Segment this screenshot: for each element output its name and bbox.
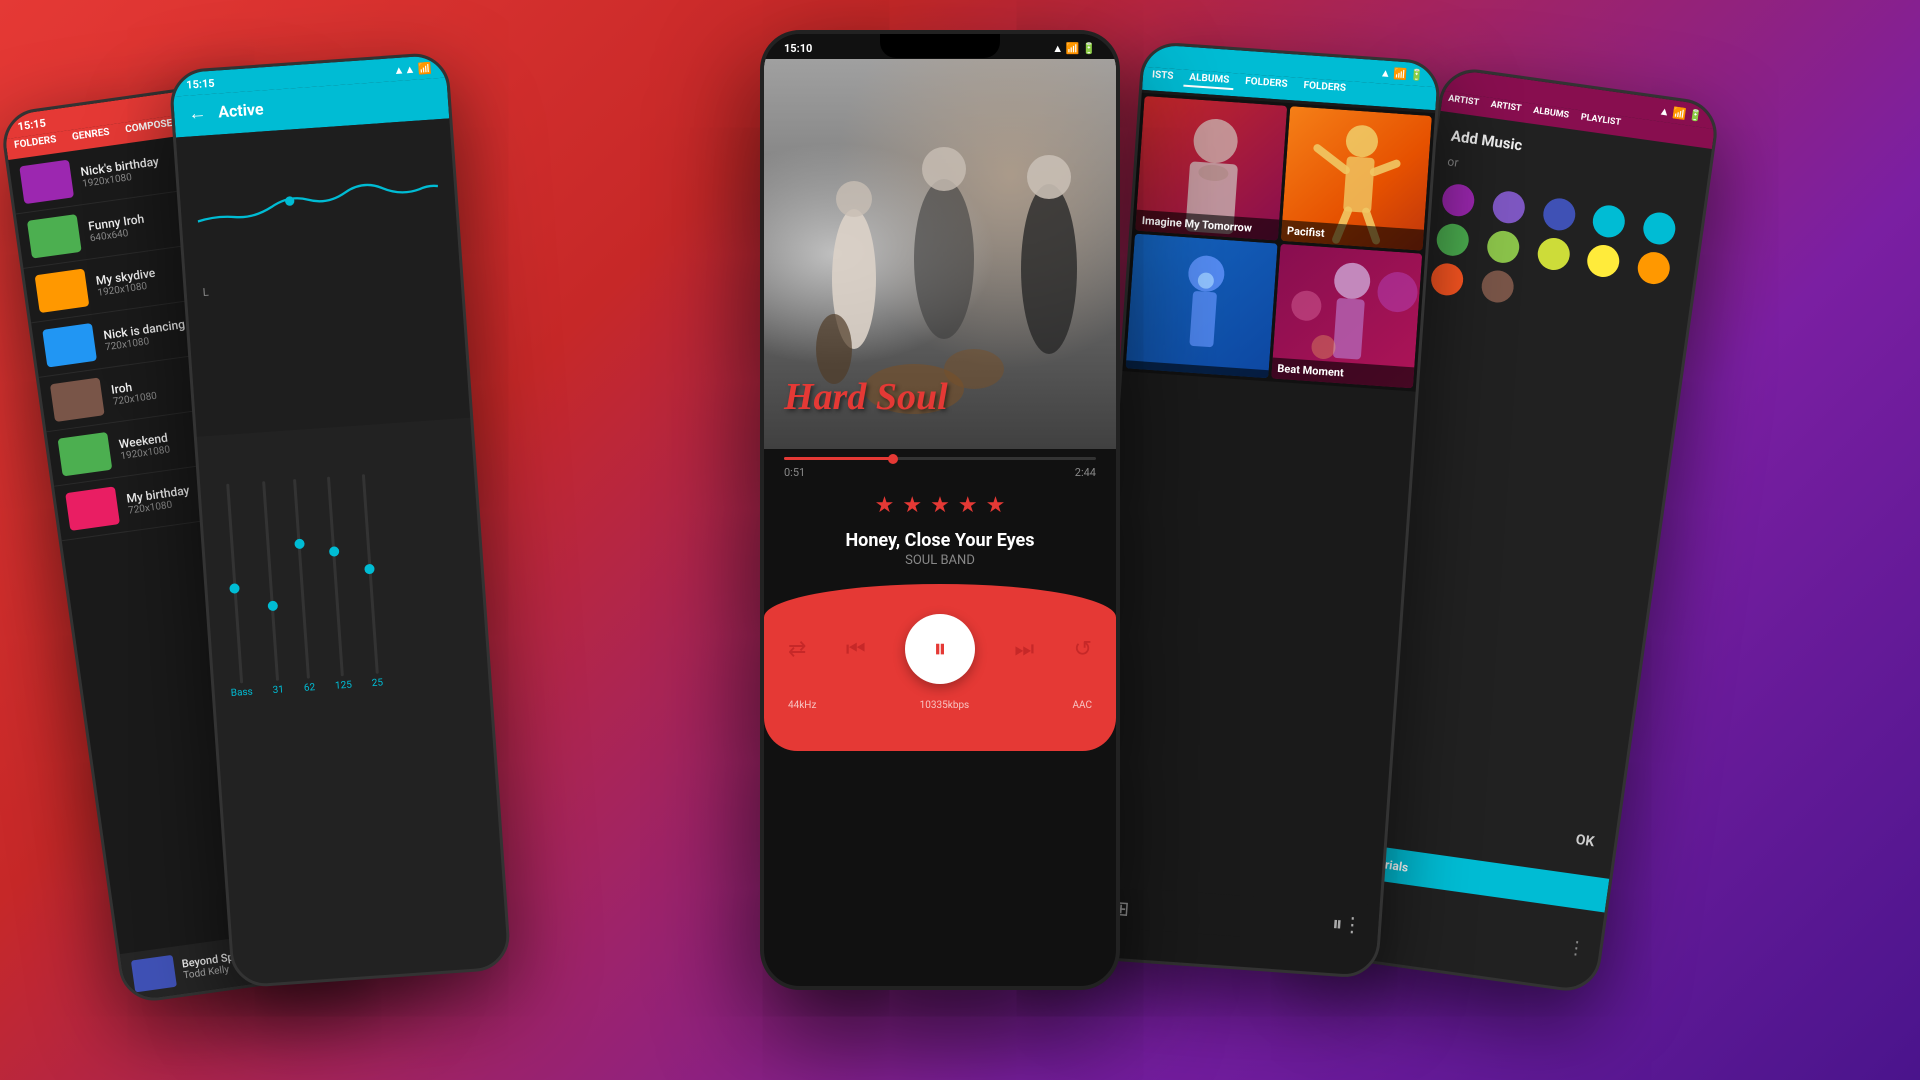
- bottom-controls-4: ≡ ⊞ ⏸ ⋮: [1084, 885, 1380, 946]
- phone-albums: ▲ 📶 🔋 ISTS ALBUMS FOLDERS FOLDERS Imagin…: [1078, 41, 1441, 980]
- file-thumb: [35, 268, 90, 313]
- time-current: 0:51: [784, 466, 805, 479]
- album-card-partial[interactable]: [1126, 234, 1278, 379]
- eq-bar-25[interactable]: 25: [357, 474, 383, 689]
- waveform-chart: [193, 135, 443, 272]
- song-info: Honey, Close Your Eyes SOUL BAND: [764, 524, 1116, 574]
- tab-albums[interactable]: ALBUMS: [1184, 70, 1235, 90]
- album-art: Hard Soul: [764, 59, 1116, 449]
- file-thumb: [27, 214, 82, 259]
- file-info: Iroh 720x1080: [110, 376, 157, 407]
- file-thumb: [19, 160, 74, 205]
- player-controls: ⇄ ⏮ ⏸ ⏭ ↺ 44kHz 10335kbps AAC: [764, 584, 1116, 751]
- pause-button[interactable]: ⏸: [905, 614, 975, 684]
- meta-codec: AAC: [1072, 700, 1092, 711]
- albums-grid: Imagine My Tomorrow Pacifist: [1122, 93, 1435, 392]
- more-options-button[interactable]: ⋮: [1566, 937, 1587, 960]
- controls-row: ⇄ ⏮ ⏸ ⏭ ↺: [788, 614, 1092, 684]
- album-card-beat[interactable]: Beat Moment: [1271, 244, 1423, 389]
- repeat-button[interactable]: ↺: [1074, 637, 1092, 662]
- song-artist: SOUL BAND: [764, 553, 1116, 568]
- color-indigo[interactable]: [1541, 196, 1577, 232]
- time-3: 15:10: [784, 42, 812, 55]
- ok-button[interactable]: OK: [1575, 832, 1596, 850]
- star-1[interactable]: ★: [875, 493, 895, 518]
- color-brown[interactable]: [1479, 268, 1515, 304]
- color-orange[interactable]: [1636, 250, 1672, 286]
- progress-area: 0:51 2:44: [764, 449, 1116, 483]
- color-teal[interactable]: [1641, 210, 1677, 246]
- tab-ists[interactable]: ISTS: [1146, 67, 1178, 86]
- file-thumb: [65, 486, 120, 531]
- eq-bar-31[interactable]: 31: [258, 481, 284, 696]
- file-info: Nick's birthday 1920x1080: [80, 154, 162, 190]
- meta-bitrate: 10335kbps: [920, 700, 970, 711]
- next-button[interactable]: ⏭: [1014, 637, 1034, 662]
- color-purple[interactable]: [1440, 182, 1476, 218]
- color-light-green[interactable]: [1485, 229, 1521, 265]
- progress-dot: [888, 454, 898, 464]
- color-violet[interactable]: [1491, 189, 1527, 225]
- album-card-pacifist[interactable]: Pacifist: [1280, 106, 1432, 251]
- color-amber[interactable]: [1586, 243, 1622, 279]
- back-button[interactable]: ←: [188, 102, 207, 124]
- progress-fill: [784, 457, 893, 460]
- signal-4: ▲ 📶 🔋: [1380, 66, 1425, 82]
- album-art-blue: [1126, 234, 1278, 379]
- time-2: 15:15: [186, 77, 215, 92]
- file-info: Nick is dancing 720x1080: [103, 317, 188, 353]
- eq-bars: Bass 31 62 125 25: [197, 418, 490, 716]
- color-lime[interactable]: [1535, 236, 1571, 272]
- time-1: 15:15: [17, 116, 47, 133]
- song-title: Honey, Close Your Eyes: [764, 530, 1116, 551]
- color-red[interactable]: [1429, 261, 1465, 297]
- file-info: My skydive 1920x1080: [95, 265, 158, 298]
- signal-2: ▲▲ 📶: [393, 62, 432, 78]
- meta-row: 44kHz 10335kbps AAC: [788, 700, 1092, 711]
- tab-folders-a[interactable]: FOLDERS: [1240, 74, 1294, 95]
- file-info: Funny Iroh 640x640: [87, 211, 146, 244]
- star-4[interactable]: ★: [958, 493, 978, 518]
- eq-bar-bass[interactable]: Bass: [216, 483, 253, 699]
- album-card-imagine[interactable]: Imagine My Tomorrow: [1135, 96, 1287, 241]
- file-info: My birthday 720x1080: [126, 483, 192, 517]
- eq-bar-62[interactable]: 62: [289, 479, 315, 694]
- status-icons-3: ▲ 📶 🔋: [1052, 42, 1096, 55]
- progress-bar[interactable]: [784, 457, 1096, 460]
- meta-format: 44kHz: [788, 700, 816, 711]
- time-total: 2:44: [1075, 466, 1096, 479]
- star-5[interactable]: ★: [986, 493, 1006, 518]
- eq-l-label: L: [202, 286, 209, 299]
- more-button[interactable]: ⋮: [1342, 911, 1364, 936]
- eq-bar-125[interactable]: 125: [320, 476, 352, 692]
- phone-notch: [880, 34, 1000, 58]
- shuffle-button[interactable]: ⇄: [788, 637, 806, 662]
- tab-folders-b[interactable]: FOLDERS: [1298, 78, 1352, 99]
- bottom-thumb: [131, 955, 177, 993]
- album-band-name: Hard Soul: [784, 375, 948, 419]
- time-row: 0:51 2:44: [784, 466, 1096, 479]
- file-info: Weekend 1920x1080: [118, 430, 171, 462]
- file-thumb: [42, 323, 97, 368]
- star-3[interactable]: ★: [930, 493, 950, 518]
- file-thumb: [50, 377, 105, 422]
- prev-button[interactable]: ⏮: [846, 637, 866, 662]
- signal-5: ▲ 📶 🔋: [1658, 104, 1703, 123]
- waveform-area: L: [176, 118, 470, 436]
- phone-player: 15:10 ▲ 📶 🔋 Hard Soul: [760, 30, 1120, 990]
- file-thumb: [58, 432, 113, 477]
- star-2[interactable]: ★: [902, 493, 922, 518]
- eq-title: Active: [218, 99, 265, 121]
- rating-stars[interactable]: ★ ★ ★ ★ ★: [764, 483, 1116, 524]
- color-cyan[interactable]: [1591, 203, 1627, 239]
- color-green[interactable]: [1435, 222, 1471, 258]
